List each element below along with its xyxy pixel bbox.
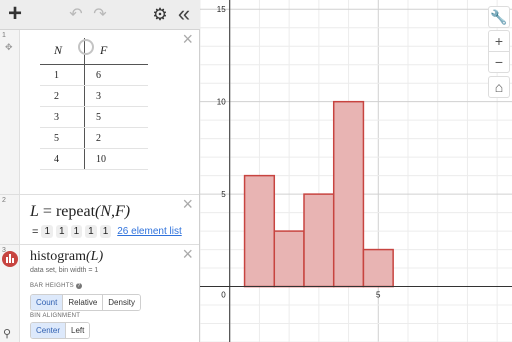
table-cell[interactable]: 5	[96, 112, 101, 123]
bin-alignment-left-option[interactable]: Left	[66, 323, 90, 338]
bar-heights-label-text: BAR HEIGHTS	[30, 283, 74, 289]
list-value: 1	[99, 225, 112, 238]
table-cell[interactable]: 2	[96, 133, 101, 144]
magnify-icon[interactable]: ⚲	[3, 327, 11, 340]
close-icon[interactable]: ×	[182, 30, 193, 48]
bar-heights-relative-option[interactable]: Relative	[63, 295, 104, 310]
wrench-icon[interactable]: 🔧	[488, 6, 510, 28]
column-header-f[interactable]: F	[100, 43, 107, 58]
histogram-bar	[243, 174, 276, 288]
table-row: 4 10	[40, 149, 148, 170]
element-list-link[interactable]: 26 element list	[117, 226, 181, 237]
close-icon[interactable]: ×	[182, 195, 193, 213]
close-icon[interactable]: ×	[182, 245, 193, 263]
home-icon[interactable]: ⌂	[488, 76, 510, 98]
expression-list: 1 ✥ × N F 1 6 2 3 3 5 5 2 4 10 2 × L = r…	[0, 30, 200, 342]
list-definition-expression[interactable]: 2 × L = repeat(N,F) = 1 1 1 1 1 26 eleme…	[0, 195, 199, 245]
expression-number: 2	[2, 197, 6, 204]
table-row: 5 2	[40, 128, 148, 149]
bin-alignment-selector: Center Left	[30, 322, 91, 339]
histogram-bar	[362, 248, 394, 288]
bar-heights-density-option[interactable]: Density	[103, 295, 140, 310]
evaluation-equals: =	[32, 225, 39, 238]
formula-lhs: L	[30, 203, 39, 220]
y-tick-label-10: 10	[217, 98, 226, 107]
plus-icon[interactable]: +	[4, 0, 26, 30]
bar-heights-selector: Count Relative Density	[30, 294, 141, 311]
x-tick-label-5: 5	[376, 291, 381, 300]
zoom-in-button[interactable]: +	[488, 30, 510, 52]
histogram-bar	[303, 193, 335, 288]
bin-alignment-center-option[interactable]: Center	[31, 323, 67, 338]
formula-args: (L)	[86, 249, 104, 264]
table-cell[interactable]: 3	[96, 91, 101, 102]
gear-icon[interactable]: ⚙	[150, 0, 170, 30]
redo-icon[interactable]: ↷	[90, 0, 110, 30]
formula-args: (N,F)	[95, 203, 131, 220]
x-tick-label-0: 0	[221, 291, 226, 300]
help-icon[interactable]: ?	[75, 283, 82, 289]
double-chevron-left-icon[interactable]: «	[174, 0, 194, 30]
histogram-formula[interactable]: histogram(L)	[30, 249, 103, 265]
formula-equals: =	[42, 203, 52, 220]
histogram-bar	[332, 100, 365, 288]
histogram-icon[interactable]	[2, 251, 18, 267]
column-style-circle-icon[interactable]	[78, 39, 94, 55]
table-cell[interactable]: 6	[96, 70, 101, 81]
y-tick-label-5: 5	[221, 190, 226, 199]
table-row: 3 5	[40, 107, 148, 128]
y-tick-label-15: 15	[217, 5, 226, 14]
table-cell[interactable]: 10	[96, 154, 106, 165]
histogram-subtitle: data set, bin width = 1	[30, 267, 99, 274]
table-cell[interactable]: 4	[54, 154, 59, 165]
expression-formula[interactable]: L = repeat(N,F)	[30, 203, 130, 221]
bar-heights-label: BAR HEIGHTS ?	[30, 283, 82, 289]
table-cell[interactable]: 5	[54, 133, 59, 144]
column-header-n[interactable]: N	[54, 43, 62, 58]
bar-heights-count-option[interactable]: Count	[31, 295, 64, 310]
table-expression[interactable]: 1 ✥ × N F 1 6 2 3 3 5 5 2 4 10	[0, 30, 199, 195]
expression-number: 1	[2, 32, 6, 39]
table-cell[interactable]: 2	[54, 91, 59, 102]
table-cell[interactable]: 1	[54, 70, 59, 81]
formula-function: repeat	[55, 203, 96, 220]
list-evaluation: = 1 1 1 1 1 26 element list	[32, 225, 182, 238]
list-value: 1	[85, 225, 97, 238]
list-value: 1	[41, 225, 53, 238]
list-value: 1	[70, 225, 83, 238]
undo-icon[interactable]: ↶	[66, 0, 86, 30]
zoom-out-button[interactable]: −	[488, 51, 510, 73]
table-options-icon[interactable]: ✥	[5, 42, 13, 53]
table-cell[interactable]: 3	[54, 112, 59, 123]
graph-paper[interactable]: 0 5 5 10 15	[200, 0, 512, 342]
histogram-bar	[273, 230, 305, 288]
table-row: 2 3	[40, 86, 148, 107]
table-row: 1 6	[40, 65, 148, 86]
histogram-expression[interactable]: 3 × histogram(L) data set, bin width = 1…	[0, 245, 199, 342]
table-header: N F	[40, 34, 148, 65]
bin-alignment-label: BIN ALIGNMENT	[30, 313, 81, 319]
formula-function: histogram	[30, 249, 86, 264]
list-value: 1	[56, 225, 68, 238]
expression-toolbar: + ↶ ↷ ⚙ «	[0, 0, 200, 30]
data-table: N F 1 6 2 3 3 5 5 2 4 10	[40, 34, 148, 170]
